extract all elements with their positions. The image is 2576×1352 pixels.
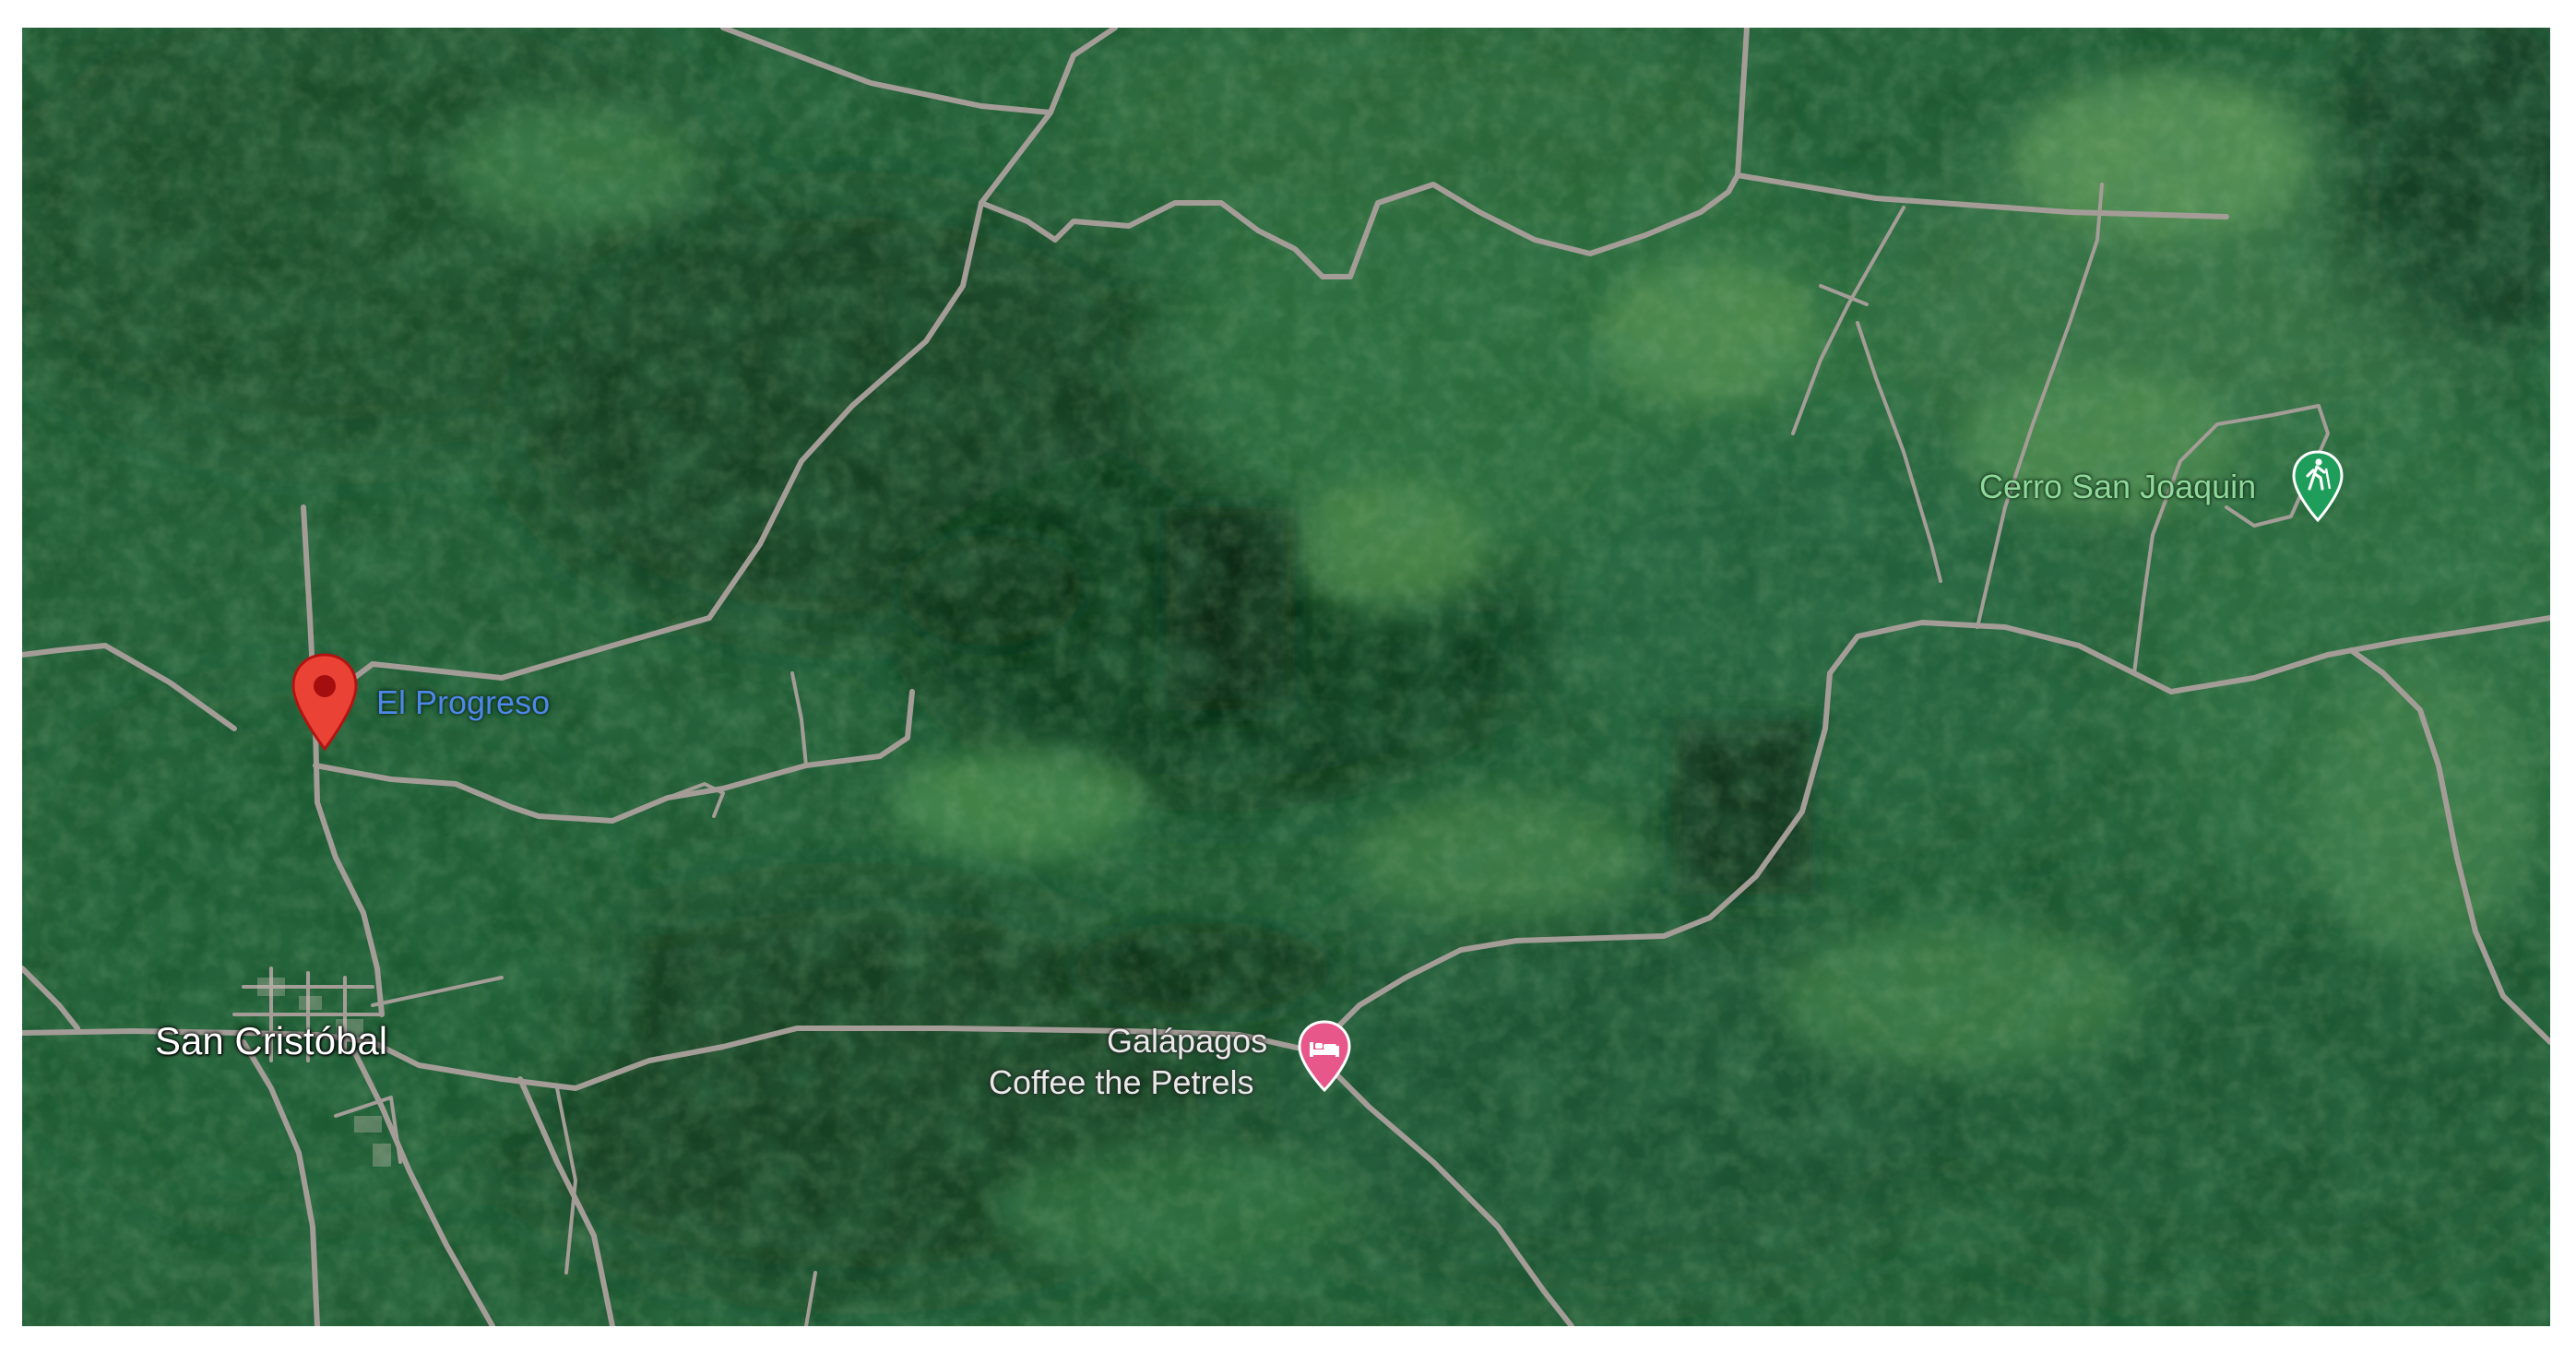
grass-texture [22, 28, 2550, 1326]
place-label-cerro-san-joaquin[interactable]: Cerro San Joaquin [1979, 470, 2256, 504]
bed-icon[interactable] [1297, 1020, 1352, 1092]
map-pin-icon[interactable] [290, 653, 360, 753]
place-label-galapagos[interactable]: Galápagos [1107, 1025, 1267, 1058]
place-label-el-progreso[interactable]: El Progreso [376, 686, 550, 719]
town-label-san-cristobal[interactable]: San Cristóbal [155, 1022, 387, 1061]
satellite-map[interactable]: El Progreso San Cristóbal Galápagos Coff… [22, 28, 2550, 1326]
hiking-icon[interactable] [2291, 450, 2345, 522]
place-label-coffee-the-petrels[interactable]: Coffee the Petrels [989, 1066, 1254, 1099]
map-imagery [22, 28, 2550, 1326]
